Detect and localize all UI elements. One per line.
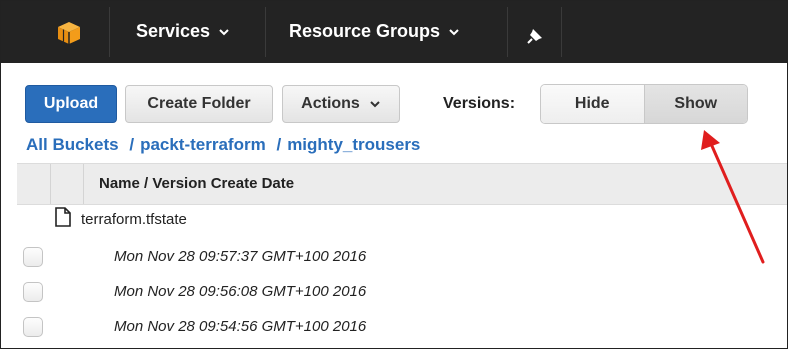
table-row[interactable]: Mon Nov 28 09:56:08 GMT+100 2016 [17,274,787,308]
file-icon [55,207,71,227]
row-checkbox[interactable] [23,247,43,267]
actions-label: Actions [301,95,360,112]
row-checkbox[interactable] [23,282,43,302]
chevron-down-icon [219,28,229,35]
table-row[interactable]: terraform.tfstate [17,204,787,238]
nav-divider [507,7,508,57]
file-name[interactable]: terraform.tfstate [81,211,187,228]
top-nav-bar: Services Resource Groups [1,1,787,63]
nav-divider [109,7,110,57]
s3-console-window: Services Resource Groups Upload Create F… [0,0,788,349]
pushpin-icon[interactable] [527,28,543,44]
table-row[interactable]: Mon Nov 28 09:57:37 GMT+100 2016 [17,239,787,273]
version-date: Mon Nov 28 09:56:08 GMT+100 2016 [114,283,367,300]
column-divider [83,164,84,204]
services-menu[interactable]: Services [136,21,230,42]
nav-divider [561,7,562,57]
chevron-down-icon [370,101,380,108]
versions-toggle: Hide Show [540,84,748,124]
column-divider [50,164,51,204]
row-checkbox[interactable] [23,317,43,337]
versions-label: Versions: [443,95,516,112]
versions-show-button[interactable]: Show [644,85,747,123]
versions-hide-button[interactable]: Hide [541,85,645,123]
table-header: Name / Version Create Date [17,163,787,205]
table-row[interactable]: Mon Nov 28 09:54:56 GMT+100 2016 [17,309,787,343]
version-date: Mon Nov 28 09:57:37 GMT+100 2016 [114,248,367,265]
breadcrumb-folder[interactable]: mighty_trousers [287,135,420,154]
upload-button[interactable]: Upload [25,85,117,123]
breadcrumb-all-buckets[interactable]: All Buckets [26,135,119,154]
resource-groups-menu[interactable]: Resource Groups [289,21,460,42]
chevron-down-icon [449,28,459,35]
aws-cube-icon[interactable] [57,21,81,45]
nav-divider [265,7,266,57]
breadcrumb-separator: / [129,135,135,154]
name-column-header[interactable]: Name / Version Create Date [99,175,294,192]
breadcrumb: All Buckets / packt-terraform / mighty_tro… [26,135,420,155]
version-date: Mon Nov 28 09:54:56 GMT+100 2016 [114,318,367,335]
create-folder-button[interactable]: Create Folder [125,85,273,123]
resource-groups-label: Resource Groups [289,21,441,41]
breadcrumb-bucket[interactable]: packt-terraform [140,135,266,154]
breadcrumb-separator: / [276,135,282,154]
services-label: Services [136,21,211,41]
actions-dropdown-button[interactable]: Actions [282,85,400,123]
